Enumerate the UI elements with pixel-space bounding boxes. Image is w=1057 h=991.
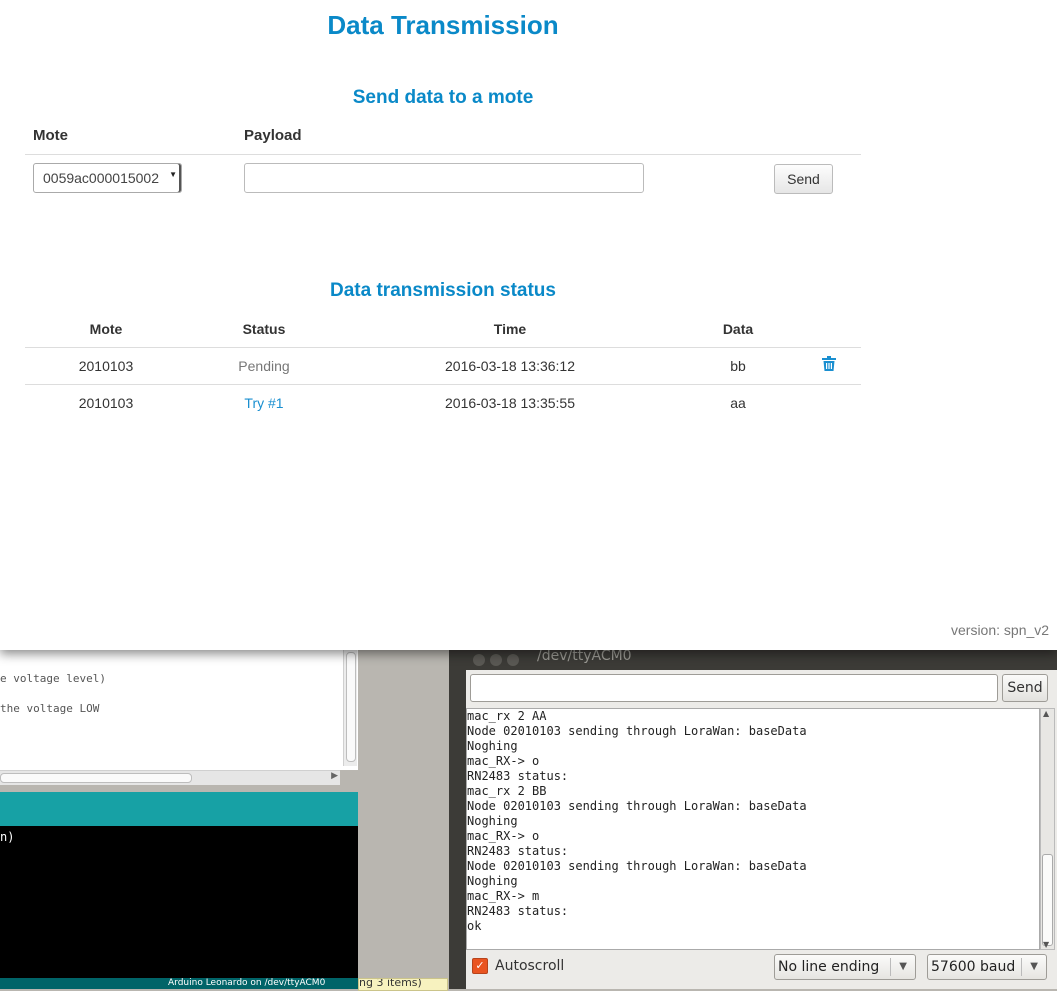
ide-message-bar bbox=[0, 792, 358, 826]
editor-vertical-scrollbar[interactable] bbox=[343, 648, 357, 766]
maximize-window-icon[interactable] bbox=[507, 654, 519, 666]
chevron-down-icon: ▼ bbox=[899, 961, 907, 972]
serial-send-input[interactable] bbox=[470, 674, 998, 702]
ide-status-bar: Arduino Leonardo on /dev/ttyACM0 bbox=[0, 978, 358, 989]
serial-send-button[interactable]: Send bbox=[1002, 674, 1048, 702]
window-title: /dev/ttyACM0 bbox=[537, 648, 632, 664]
divider bbox=[25, 154, 861, 155]
serial-log-scrollbar[interactable]: ▲ ▼ bbox=[1040, 708, 1055, 950]
minimize-window-icon[interactable] bbox=[490, 654, 502, 666]
tooltip-text: ng 3 items) bbox=[359, 978, 422, 989]
file-manager-tooltip: ng 3 items) bbox=[358, 978, 448, 991]
payload-column-header: Payload bbox=[244, 127, 302, 144]
serial-log-line: Node 02010103 sending through LoraWan: b… bbox=[467, 799, 807, 813]
send-button[interactable]: Send bbox=[774, 164, 833, 194]
serial-log-line: RN2483 status: bbox=[467, 904, 569, 918]
editor-horizontal-scrollbar[interactable]: ▶ bbox=[0, 770, 340, 785]
version-label: version: spn_v2 bbox=[951, 622, 1050, 638]
serial-log-line: Noghing bbox=[467, 739, 518, 753]
window-frame bbox=[449, 670, 466, 989]
serial-log-line: mac_RX-> o bbox=[467, 829, 540, 843]
row-data: bb bbox=[730, 358, 746, 374]
send-section-title: Send data to a mote bbox=[352, 87, 534, 108]
serial-log-line: mac_RX-> m bbox=[467, 889, 540, 903]
divider bbox=[25, 384, 861, 385]
scroll-thumb[interactable] bbox=[1042, 854, 1053, 946]
serial-output-log[interactable]: mac_rx 2 AA Node 02010103 sending through… bbox=[466, 708, 1040, 950]
code-line: the voltage LOW bbox=[0, 702, 100, 715]
scroll-up-arrow-icon[interactable]: ▲ bbox=[1043, 709, 1049, 718]
line-ending-value: No line ending bbox=[778, 959, 880, 975]
page-title: Data Transmission bbox=[327, 10, 559, 40]
serial-log-line: RN2483 status: bbox=[467, 844, 569, 858]
serial-log-line: mac_rx 2 AA bbox=[467, 709, 547, 723]
ide-console: n) bbox=[0, 826, 358, 978]
serial-log-line: Noghing bbox=[467, 814, 518, 828]
status-section-title: Data transmission status bbox=[330, 280, 556, 301]
trash-icon[interactable] bbox=[822, 356, 836, 371]
chevron-down-icon: ▼ bbox=[169, 170, 177, 179]
status-table-header-mote: Mote bbox=[89, 321, 123, 337]
window-titlebar[interactable]: /dev/ttyACM0 bbox=[449, 648, 1057, 670]
divider bbox=[25, 347, 861, 348]
scroll-down-arrow-icon[interactable]: ▼ bbox=[1043, 940, 1049, 949]
chevron-down-icon: ▼ bbox=[1030, 961, 1038, 972]
autoscroll-toggle[interactable]: ✓ Autoscroll bbox=[472, 958, 564, 974]
scroll-thumb[interactable] bbox=[0, 773, 192, 783]
serial-log-line: RN2483 status: bbox=[467, 769, 569, 783]
serial-log-line: Node 02010103 sending through LoraWan: b… bbox=[467, 859, 807, 873]
row-mote: 2010103 bbox=[78, 395, 134, 411]
row-status-try-link[interactable]: Try #1 bbox=[214, 395, 314, 411]
mote-select[interactable]: 0059ac000015002 ▼ bbox=[33, 163, 182, 193]
row-data: aa bbox=[730, 395, 746, 411]
serial-monitor-body: Send mac_rx 2 AA Node 02010103 sending th… bbox=[466, 670, 1057, 989]
row-time: 2016-03-18 13:35:55 bbox=[445, 395, 575, 411]
status-table-header-status: Status bbox=[242, 321, 286, 337]
baud-rate-select[interactable]: 57600 baud ▼ bbox=[927, 954, 1047, 980]
payload-input[interactable] bbox=[244, 163, 644, 193]
scroll-thumb[interactable] bbox=[346, 652, 356, 762]
row-mote: 2010103 bbox=[78, 358, 134, 374]
row-status-pending: Pending bbox=[238, 358, 290, 374]
serial-log-line: Node 02010103 sending through LoraWan: b… bbox=[467, 724, 807, 738]
mote-column-header: Mote bbox=[33, 127, 68, 144]
serial-log-line: Noghing bbox=[467, 874, 518, 888]
close-window-icon[interactable] bbox=[473, 654, 485, 666]
console-text: n) bbox=[0, 830, 15, 844]
autoscroll-label: Autoscroll bbox=[495, 958, 565, 974]
data-transmission-page: Data Transmission Send data to a mote Mo… bbox=[0, 0, 1057, 650]
scroll-right-arrow-icon[interactable]: ▶ bbox=[331, 771, 338, 781]
serial-log-line: mac_rx 2 BB bbox=[467, 784, 547, 798]
status-table-header-data: Data bbox=[722, 321, 754, 337]
line-ending-select[interactable]: No line ending ▼ bbox=[774, 954, 916, 980]
status-table-header-time: Time bbox=[493, 321, 527, 337]
mote-select-value: 0059ac000015002 bbox=[43, 170, 160, 186]
serial-log-line: mac_RX-> o bbox=[467, 754, 540, 768]
serial-monitor-window: /dev/ttyACM0 Send mac_rx 2 AA Node 020101… bbox=[449, 648, 1057, 989]
code-line: e voltage level) bbox=[0, 672, 106, 685]
serial-log-line: ok bbox=[467, 919, 482, 933]
row-time: 2016-03-18 13:36:12 bbox=[445, 358, 575, 374]
board-port-label: Arduino Leonardo on /dev/ttyACM0 bbox=[168, 978, 326, 988]
autoscroll-checkbox[interactable]: ✓ bbox=[472, 958, 488, 974]
ide-editor[interactable]: e voltage level) the voltage LOW bbox=[0, 648, 358, 770]
baud-rate-value: 57600 baud bbox=[931, 959, 1016, 975]
